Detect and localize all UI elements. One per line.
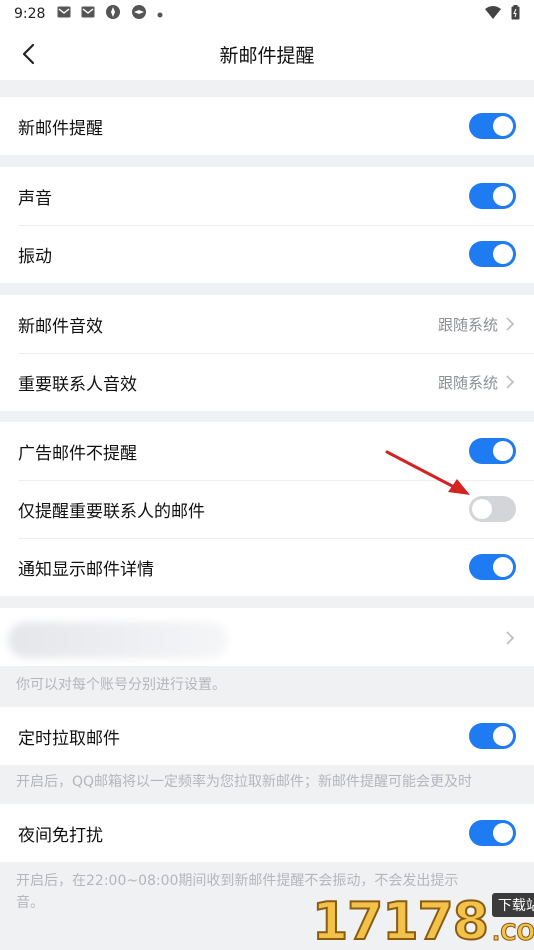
setting-row-new-mail-sound[interactable]: 新邮件音效 跟随系统 <box>0 295 534 353</box>
status-time: 9:28 <box>14 6 46 22</box>
setting-label: 通知显示邮件详情 <box>18 559 154 580</box>
toggle-knob <box>493 557 513 577</box>
fetch-note: 开启后，QQ邮箱将以一定频率为您拉取新邮件；新邮件提醒可能会更及时 <box>16 774 473 790</box>
group-sound-vibrate: 声音 振动 <box>0 167 534 283</box>
annotation-arrow-icon <box>385 450 470 495</box>
setting-row-sound: 声音 <box>0 167 534 225</box>
chevron-right-icon <box>506 630 515 649</box>
setting-label: 新邮件音效 <box>18 316 103 337</box>
setting-label: 定时拉取邮件 <box>18 728 120 749</box>
setting-row-scheduled-fetch: 定时拉取邮件 <box>0 707 534 765</box>
account-note: 你可以对每个账号分别进行设置。 <box>16 677 226 693</box>
chevron-right-icon <box>506 317 516 331</box>
setting-label: 声音 <box>18 188 52 209</box>
chevron-right-icon <box>506 375 516 389</box>
toggle-knob <box>493 726 513 746</box>
group-fetch: 定时拉取邮件 <box>0 707 534 765</box>
setting-value: 跟随系统 <box>437 373 498 392</box>
battery-icon <box>511 4 520 24</box>
app-icon <box>105 4 121 24</box>
vip-only-toggle[interactable] <box>469 496 516 522</box>
page-title: 新邮件提醒 <box>219 44 315 67</box>
mail-icon <box>81 6 95 22</box>
toggle-knob <box>493 823 513 843</box>
back-arrow-icon[interactable] <box>14 40 42 68</box>
dot-icon <box>157 7 163 22</box>
toggle-knob <box>493 441 513 461</box>
app-icon <box>131 4 147 24</box>
setting-row-vip-sound[interactable]: 重要联系人音效 跟随系统 <box>0 353 534 411</box>
watermark-right: 下载站 .COM <box>491 893 534 947</box>
group-sound-effects: 新邮件音效 跟随系统 重要联系人音效 跟随系统 <box>0 295 534 411</box>
setting-label: 重要联系人音效 <box>18 374 137 395</box>
status-bar: 9:28 <box>0 0 534 28</box>
setting-row-new-mail-alert: 新邮件提醒 <box>0 97 534 155</box>
dnd-toggle[interactable] <box>469 820 516 846</box>
toggle-knob <box>493 186 513 206</box>
toggle-knob <box>472 499 492 519</box>
setting-label: 广告邮件不提醒 <box>18 443 137 464</box>
watermark-logo: 17178 下载站 .COM <box>311 890 534 950</box>
setting-value: 跟随系统 <box>437 315 498 334</box>
setting-label: 夜间免打扰 <box>18 825 103 846</box>
scheduled-fetch-toggle[interactable] <box>469 723 516 749</box>
setting-row-vibrate: 振动 <box>0 225 534 283</box>
mail-icon <box>57 6 71 22</box>
setting-row-show-details: 通知显示邮件详情 <box>0 538 534 596</box>
setting-label: 新邮件提醒 <box>18 118 103 139</box>
toggle-knob <box>493 244 513 264</box>
watermark-digits: 17178 <box>311 892 490 950</box>
setting-label: 振动 <box>18 246 52 267</box>
setting-row-dnd: 夜间免打扰 <box>0 804 534 862</box>
vibrate-toggle[interactable] <box>469 241 516 267</box>
group-dnd: 夜间免打扰 <box>0 804 534 862</box>
no-ad-alert-toggle[interactable] <box>469 438 516 464</box>
wifi-icon <box>485 5 501 23</box>
nav-bar: 新邮件提醒 <box>0 28 534 80</box>
group-new-mail: 新邮件提醒 <box>0 97 534 155</box>
toggle-knob <box>493 116 513 136</box>
account-row[interactable] <box>0 608 534 666</box>
new-mail-alert-toggle[interactable] <box>469 113 516 139</box>
setting-label: 仅提醒重要联系人的邮件 <box>18 501 205 522</box>
watermark-domain: .COM <box>491 921 534 947</box>
sound-toggle[interactable] <box>469 183 516 209</box>
show-details-toggle[interactable] <box>469 554 516 580</box>
blurred-account-name <box>8 622 228 658</box>
watermark-badge: 下载站 <box>491 893 534 917</box>
